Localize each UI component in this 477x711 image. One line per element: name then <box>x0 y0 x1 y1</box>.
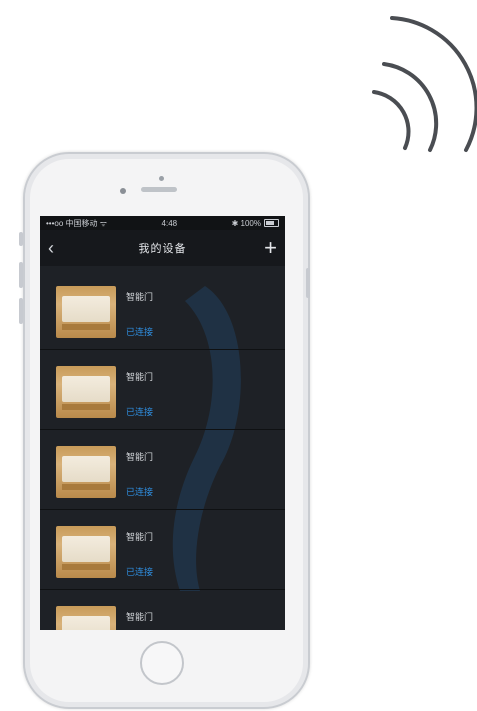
phone-screen: •••oo 中国移动 ᯤ 4:48 ✱ 100% ‹ 我的设备 + 智能门 已连… <box>40 216 285 630</box>
status-right: ✱ 100% <box>231 218 261 228</box>
front-camera <box>120 188 126 194</box>
list-item[interactable]: 智能门 <box>40 590 285 630</box>
list-item[interactable]: 智能门 已连接 <box>40 350 285 430</box>
status-time: 4:48 <box>161 218 178 228</box>
device-status: 已连接 <box>126 327 154 337</box>
device-list: 智能门 已连接 智能门 已连接 智能门 已连接 智能门 已连接 智能门 <box>40 270 285 630</box>
device-thumbnail <box>56 526 116 578</box>
wireless-signal-icon <box>372 16 477 152</box>
device-name: 智能门 <box>126 292 154 302</box>
list-item[interactable]: 智能门 已连接 <box>40 510 285 590</box>
plus-icon[interactable]: + <box>257 237 277 259</box>
status-bar: •••oo 中国移动 ᯤ 4:48 ✱ 100% <box>40 216 285 230</box>
device-name: 智能门 <box>126 452 154 462</box>
volume-up-button <box>19 262 23 288</box>
battery-icon <box>264 219 279 227</box>
device-name: 智能门 <box>126 532 154 542</box>
proximity-sensor <box>159 176 164 181</box>
device-status: 已连接 <box>126 487 154 497</box>
page-title: 我的设备 <box>138 243 187 255</box>
mute-switch <box>19 232 23 246</box>
device-status: 已连接 <box>126 567 154 577</box>
device-status: 已连接 <box>126 407 154 417</box>
carrier-signal: •••oo 中国移动 ᯤ <box>46 218 108 228</box>
power-button <box>306 268 310 298</box>
back-arrow-icon[interactable]: ‹ <box>48 238 68 259</box>
device-thumbnail <box>56 446 116 498</box>
device-thumbnail <box>56 366 116 418</box>
list-item[interactable]: 智能门 已连接 <box>40 430 285 510</box>
list-item[interactable]: 智能门 已连接 <box>40 270 285 350</box>
device-name: 智能门 <box>126 372 154 382</box>
volume-down-button <box>19 298 23 324</box>
nav-bar: ‹ 我的设备 + <box>40 230 285 266</box>
device-thumbnail <box>56 286 116 338</box>
device-thumbnail <box>56 606 116 630</box>
home-button[interactable] <box>140 641 184 685</box>
earpiece-speaker <box>141 187 177 192</box>
device-name: 智能门 <box>126 612 154 622</box>
